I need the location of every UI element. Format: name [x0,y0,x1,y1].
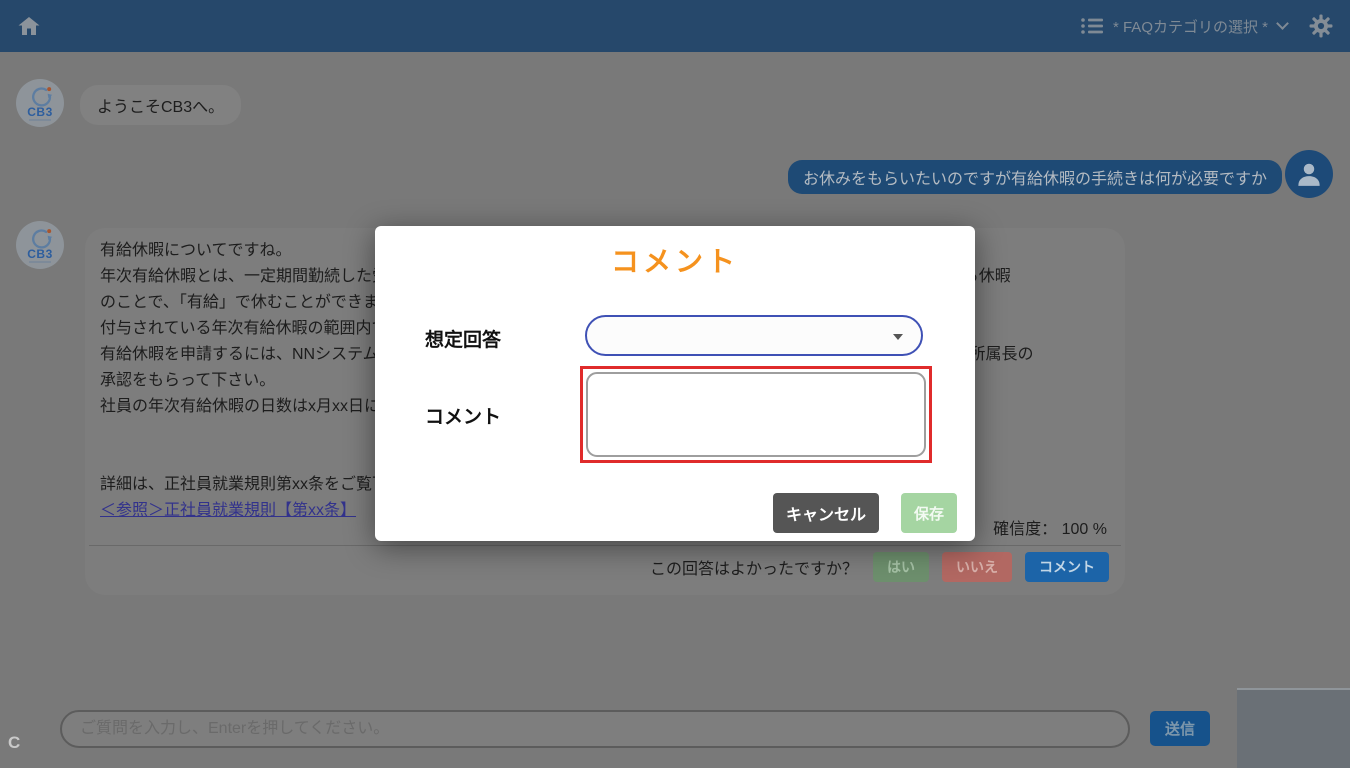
comment-label: コメント [425,402,501,429]
expected-answer-select[interactable] [585,315,923,356]
user-message-bubble: お休みをもらいたいのですが有給休暇の手続きは何が必要ですか [788,160,1282,194]
bot-logo-subline [29,119,51,121]
bot-welcome-bubble: ようこそCB3へ。 [80,85,241,125]
feedback-no-button[interactable]: いいえ [942,552,1012,582]
comment-modal: コメント 想定回答 コメント キャンセル 保存 [375,226,975,541]
corner-panel [1237,688,1350,768]
copyright-mark: C [8,733,20,753]
cancel-button[interactable]: キャンセル [773,493,879,533]
chevron-down-icon [1276,17,1289,30]
bot-welcome-text: ようこそCB3へ。 [97,99,224,116]
gear-icon[interactable] [1309,14,1333,38]
feedback-yes-button[interactable]: はい [873,552,929,582]
user-avatar [1285,150,1333,198]
list-icon [1081,17,1103,35]
expected-answer-label: 想定回答 [425,325,501,352]
confidence-text: 確信度： 100 % [993,515,1107,539]
comment-highlight-box [580,366,932,463]
cb3-chat-app: * FAQカテゴリの選択 * [0,0,1350,768]
caret-down-icon [893,334,903,340]
bot-avatar: CB3 [16,221,64,269]
faq-category-label: * FAQカテゴリの選択 * [1113,16,1268,37]
user-message-text: お休みをもらいたいのですが有給休暇の手続きは何が必要ですか [803,171,1267,188]
person-icon [1294,159,1324,189]
modal-title: コメント [375,240,975,280]
bot-logo: CB3 [27,107,53,117]
faq-category-selector[interactable]: * FAQカテゴリの選択 * [1081,16,1287,37]
feedback-row: この回答はよかったですか？ はい いいえ コメント [650,552,1109,582]
card-divider [89,545,1121,546]
navbar: * FAQカテゴリの選択 * [0,0,1350,52]
feedback-question: この回答はよかったですか？ [650,555,858,579]
question-input[interactable] [60,710,1130,748]
comment-textarea[interactable] [586,372,926,457]
bot-avatar: CB3 [16,79,64,127]
reference-link[interactable]: ＜参照＞正社員就業規則【第xx条】 [100,502,356,519]
bot-logo-subline [29,261,51,263]
feedback-comment-button[interactable]: コメント [1025,552,1109,582]
save-button[interactable]: 保存 [901,493,957,533]
send-button[interactable]: 送信 [1150,711,1210,746]
bot-logo: CB3 [27,249,53,259]
home-icon[interactable] [17,14,41,38]
